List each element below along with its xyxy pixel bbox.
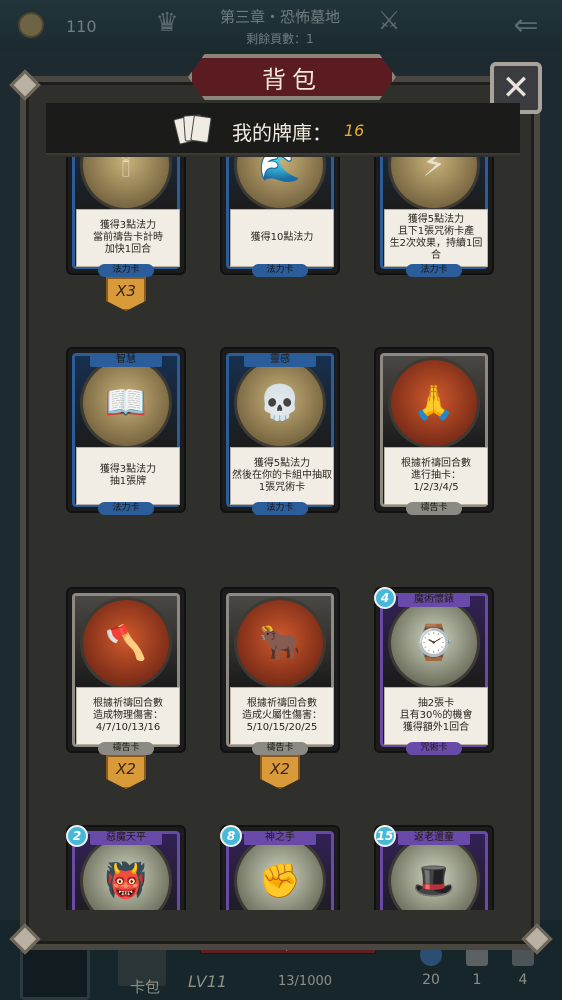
- card-art: 🪓: [80, 597, 172, 689]
- top-bar: 110 ♛ 第三章・恐怖墓地 剩餘頁數：1 ⚔ ⇐: [0, 0, 562, 52]
- card-description-line: 當前禱告卡計時: [93, 232, 163, 243]
- card-description-line: 根據祈禱回合數: [247, 698, 317, 709]
- card[interactable]: 👹 惡魔天平 2: [66, 825, 186, 910]
- back-arrow-icon[interactable]: ⇐: [506, 8, 546, 43]
- panel-title: 背包: [262, 65, 322, 94]
- panel-title-plate: 背包: [188, 54, 396, 100]
- card-description-line: 獲得3點法力: [99, 464, 157, 475]
- card-description-line: 進行抽卡：: [411, 470, 461, 481]
- card-type-badge: 法力卡: [252, 264, 308, 277]
- coin-icon: [18, 12, 44, 38]
- card-description-line: 獲得5點法力: [253, 458, 311, 469]
- stat-shield: 4: [518, 972, 528, 988]
- card-art: 💀: [234, 357, 326, 449]
- crown-icon[interactable]: ♛: [150, 8, 184, 38]
- coin-count: 110: [66, 17, 97, 36]
- card[interactable]: 💀 靈感 獲得5點法力 然後在你的卡組中抽取 1張咒術卡 法力卡: [220, 347, 340, 515]
- card-type-badge: 禱告卡: [252, 742, 308, 755]
- card-name: 靈感: [244, 353, 316, 367]
- card-art: 📖: [80, 357, 172, 449]
- cards-icon: [173, 114, 212, 145]
- card-cost-badge: 8: [220, 825, 242, 847]
- card-description: 根據祈禱回合數 造成物理傷害： 4/7/10/13/16: [76, 687, 180, 745]
- card-art: ⌚: [388, 597, 480, 689]
- sword-icon[interactable]: ⚔: [372, 6, 406, 40]
- card-count-badge: X3: [106, 277, 146, 311]
- card-type-badge: 法力卡: [406, 264, 462, 277]
- remaining-pages: 剩餘頁數：1: [246, 32, 314, 46]
- card-description-line: 抽2張卡: [417, 698, 455, 709]
- deck-label: 我的牌庫：: [232, 121, 332, 145]
- card-description: 獲得3點法力 抽1張牌: [76, 447, 180, 505]
- card-description-line: 且有30％的機會: [399, 710, 473, 721]
- card-description-line: 根據祈禱回合數: [93, 698, 163, 709]
- deck-header: 我的牌庫： 16: [46, 103, 520, 155]
- card-description: 獲得3點法力 當前禱告卡計時 加快1回合: [76, 209, 180, 267]
- card[interactable]: 🐂 根據祈禱回合數 造成火屬性傷害： 5/10/15/20/25 禱告卡: [220, 587, 340, 755]
- card-count-badge: X2: [260, 755, 300, 789]
- card-description-line: 抽1張牌: [109, 476, 147, 487]
- card-type-badge: 咒術卡: [406, 742, 462, 755]
- card-description-line: 然後在你的卡組中抽取: [232, 470, 332, 481]
- card-name: 魔術懷錶: [398, 593, 470, 607]
- card[interactable]: 🙏 根據祈禱回合數 進行抽卡： 1/2/3/4/5 禱告卡: [374, 347, 494, 515]
- close-icon: ✕: [501, 68, 531, 108]
- deck-count: 16: [344, 121, 365, 140]
- card-description-line: 獲得5點法力: [407, 214, 465, 225]
- card-name: 返老還童: [398, 831, 470, 845]
- card[interactable]: 🪓 根據祈禱回合數 造成物理傷害： 4/7/10/13/16 禱告卡: [66, 587, 186, 755]
- card[interactable]: ⌚ 魔術懷錶抽2張卡 且有30％的機會 獲得額外1回合 咒術卡 4: [374, 587, 494, 755]
- card-description-line: 獲得10點法力: [250, 232, 314, 243]
- card-cost-badge: 15: [374, 825, 396, 847]
- card-description-line: 1張咒術卡: [258, 482, 306, 493]
- card-description-line: 5/10/15/20/25: [246, 722, 318, 733]
- card-description: 獲得10點法力: [230, 209, 334, 267]
- card-description: 抽2張卡 且有30％的機會 獲得額外1回合: [384, 687, 488, 745]
- card-art: 🙏: [388, 357, 480, 449]
- card-description: 獲得5點法力 然後在你的卡組中抽取 1張咒術卡: [230, 447, 334, 505]
- stat-hourglass: 1: [472, 972, 482, 988]
- card-type-badge: 法力卡: [252, 502, 308, 515]
- card-type-badge: 禱告卡: [406, 502, 462, 515]
- card-description-line: 4/7/10/13/16: [95, 722, 161, 733]
- card-description-line: 造成火屬性傷害：: [242, 710, 322, 721]
- card-grid[interactable]: 🕯 獲得3點法力 當前禱告卡計時 加快1回合 法力卡 X3 🌊 獲得10點法力 法力卡 ⚡ 獲得5點…: [42, 157, 522, 910]
- card-bag-label[interactable]: 卡包: [130, 976, 160, 997]
- card-description: 根據祈禱回合數 造成火屬性傷害： 5/10/15/20/25: [230, 687, 334, 745]
- card-description-line: 造成物理傷害：: [93, 710, 163, 721]
- card-description-line: 1/2/3/4/5: [413, 482, 459, 493]
- card[interactable]: ✊ 神之手 8: [220, 825, 340, 910]
- card-art: 🐂: [234, 597, 326, 689]
- card-name: 智慧: [90, 353, 162, 367]
- xp-value: 13/1000: [278, 974, 333, 989]
- stat-potion: 20: [422, 972, 440, 988]
- card-description-line: 加快1回合: [104, 244, 152, 255]
- card-type-badge: 法力卡: [98, 502, 154, 515]
- card-description-line: 獲得3點法力: [99, 220, 157, 231]
- card[interactable]: 📖 智慧 獲得3點法力 抽1張牌 法力卡: [66, 347, 186, 515]
- card-description-line: 根據祈禱回合數: [401, 458, 471, 469]
- card-name: 惡魔天平: [90, 831, 162, 845]
- card-description-line: 獲得額外1回合: [402, 722, 470, 733]
- level-label: LV11: [188, 972, 228, 991]
- card[interactable]: 🎩 返老還童 15: [374, 825, 494, 910]
- card[interactable]: 🌊 獲得10點法力 法力卡: [220, 157, 340, 277]
- card-type-badge: 法力卡: [98, 264, 154, 277]
- card[interactable]: ⚡ 獲得5點法力 且下1張咒術卡產 生2次效果，持續1回合 法力卡: [374, 157, 494, 277]
- card-description-line: 且下1張咒術卡產: [397, 226, 475, 237]
- card[interactable]: 🕯 獲得3點法力 當前禱告卡計時 加快1回合 法力卡: [66, 157, 186, 277]
- card-name: 神之手: [244, 831, 316, 845]
- card-cost-badge: 4: [374, 587, 396, 609]
- card-description: 獲得5點法力 且下1張咒術卡產 生2次效果，持續1回合: [384, 209, 488, 267]
- card-count-badge: X2: [106, 755, 146, 789]
- card-description: 根據祈禱回合數 進行抽卡： 1/2/3/4/5: [384, 447, 488, 505]
- card-type-badge: 禱告卡: [98, 742, 154, 755]
- card-description-line: 生2次效果，持續1回合: [389, 238, 483, 261]
- card-cost-badge: 2: [66, 825, 88, 847]
- chapter-title: 第三章・恐怖墓地: [219, 8, 340, 26]
